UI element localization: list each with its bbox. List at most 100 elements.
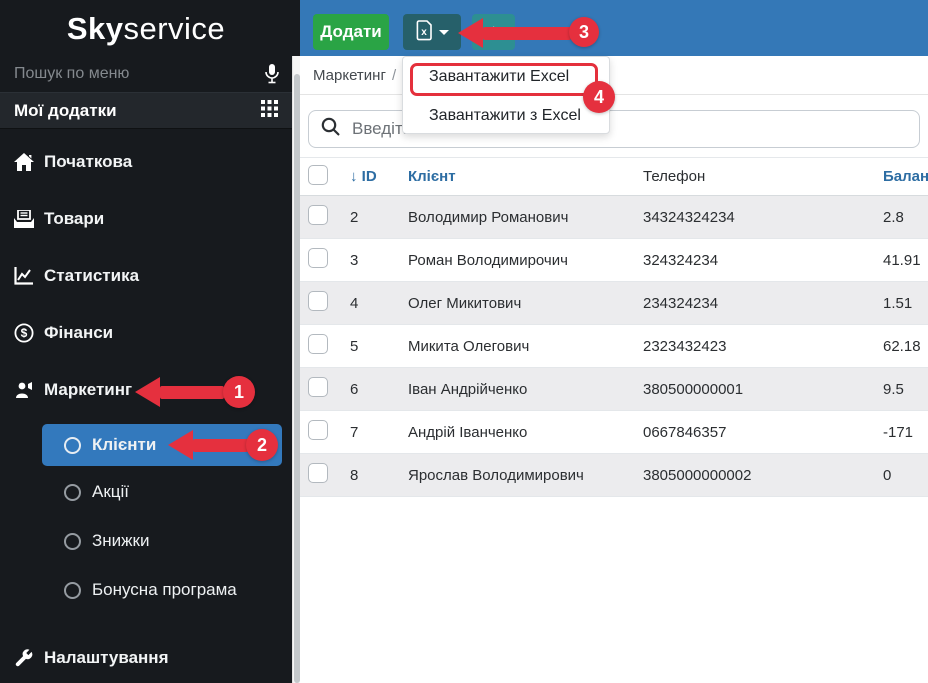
sidebar-item-label: Маркетинг [44,380,133,399]
subitem-label: Акції [92,482,130,501]
row-checkbox[interactable] [308,463,328,483]
excel-upload-button[interactable]: + [472,14,515,50]
subitem-label: Бонусна програма [92,580,237,599]
plus-icon: + [488,23,499,40]
cell-balance: 41.91 [883,251,921,269]
cell-phone: 3805000000002 [643,466,752,484]
apps-grid-icon [261,99,278,122]
sidebar-item-label: Фінанси [44,323,114,342]
table-search-section [300,95,928,158]
sidebar-item-label: Товари [44,209,105,228]
breadcrumb-separator: / [391,66,397,84]
sidebar-subitem-promotions[interactable]: Акції [42,470,282,514]
cell-client: Олег Микитович [408,294,522,312]
marketing-person-icon [12,379,36,401]
column-header-client[interactable]: Клієнт [400,168,635,185]
row-checkbox[interactable] [308,205,328,225]
radio-circle-icon [64,581,81,599]
row-checkbox[interactable] [308,334,328,354]
sidebar-item-label: Початкова [44,152,133,171]
table-row[interactable]: 7 Андрій Іванченко 0667846357 -171 [300,411,928,454]
cell-id: 6 [350,380,359,398]
cell-phone: 324324234 [643,251,719,269]
breadcrumb: Маркетинг / Клієнти [300,56,928,95]
sidebar-item-home[interactable]: Початкова [0,140,292,184]
cell-client: Іван Андрійченко [408,380,528,398]
column-header-balance[interactable]: Баланс [875,168,928,185]
cell-phone: 234324234 [643,294,719,312]
add-button[interactable]: Додати [313,14,389,50]
column-header-phone[interactable]: Телефон [635,168,875,185]
radio-circle-icon [64,532,81,550]
excel-dropdown-menu: Завантажити Excel Завантажити з Excel [402,56,610,134]
sidebar-item-statistics[interactable]: Статистика [0,254,292,298]
sidebar-item-settings[interactable]: Налаштування [0,636,292,680]
cell-id: 4 [350,294,359,312]
excel-dropdown-button[interactable]: x [403,14,461,50]
svg-text:x: x [421,27,427,38]
svg-text:$: $ [21,326,28,340]
subitem-label: Клієнти [92,435,157,454]
sidebar-item-label: Налаштування [44,648,169,667]
column-header-id[interactable]: ↓ ID [342,168,400,185]
sidebar: Skyservice Мої додатки Початкова [0,0,292,683]
cell-balance: 1.51 [883,294,913,312]
cell-balance: 0 [883,466,892,484]
cell-client: Ярослав Володимирович [408,466,584,484]
sidebar-item-products[interactable]: Товари [0,197,292,241]
sidebar-subitem-clients[interactable]: Клієнти [42,424,282,466]
sidebar-item-finance[interactable]: $ Фінанси [0,311,292,355]
row-checkbox[interactable] [308,377,328,397]
menu-search-input[interactable] [12,64,264,84]
cell-client: Микита Олегович [408,337,530,355]
cell-id: 7 [350,423,359,441]
cell-balance: -171 [883,423,914,441]
menu-item-download-excel[interactable]: Завантажити Excel [403,57,609,96]
sidebar-item-my-apps[interactable]: Мої додатки [0,92,292,129]
sidebar-subitem-bonus-program[interactable]: Бонусна програма [42,568,282,612]
breadcrumb-marketing[interactable]: Маркетинг [313,67,386,84]
table-row[interactable]: 5 Микита Олегович 2323432423 62.18 [300,325,928,368]
sidebar-item-label: Статистика [44,266,140,285]
sidebar-item-marketing[interactable]: Маркетинг [0,368,292,412]
row-checkbox[interactable] [308,420,328,440]
cell-id: 3 [350,251,359,269]
my-apps-label: Мої додатки [14,100,117,120]
excel-file-icon: x [416,20,433,44]
brand-bold: Sky [66,11,124,46]
products-icon [12,208,36,230]
subitem-label: Знижки [92,531,150,550]
menu-item-upload-from-excel[interactable]: Завантажити з Excel [403,96,609,135]
microphone-icon[interactable] [264,64,280,84]
sort-descending-icon: ↓ [350,168,358,185]
radio-circle-icon [64,436,81,454]
table-row[interactable]: 6 Іван Андрійченко 380500000001 9.5 [300,368,928,411]
row-checkbox[interactable] [308,291,328,311]
cell-balance: 62.18 [883,337,921,355]
cell-balance: 2.8 [883,208,904,226]
stats-chart-icon [12,265,36,287]
brand-light: service [123,11,226,46]
row-checkbox[interactable] [308,248,328,268]
table-row[interactable]: 3 Роман Володимирочич 324324234 41.91 [300,239,928,282]
chevron-down-icon [438,29,449,35]
app-window: Skyservice Мої додатки Початкова [0,0,928,683]
main-content: Додати x + Маркетинг / Клієнти [300,0,928,683]
cell-id: 8 [350,466,359,484]
table-row[interactable]: 4 Олег Микитович 234324234 1.51 [300,282,928,325]
table-row[interactable]: 8 Ярослав Володимирович 3805000000002 0 [300,454,928,497]
select-all-checkbox[interactable] [308,164,328,185]
sidebar-subitem-discounts[interactable]: Знижки [42,519,282,563]
table-row[interactable]: 2 Володимир Романович 34324324234 2.8 [300,196,928,239]
sidebar-scrollbar[interactable] [292,56,300,683]
sidebar-corner [292,0,300,56]
table-search-box [308,110,920,148]
cell-id: 2 [350,208,359,226]
home-icon [12,151,36,173]
cell-client: Андрій Іванченко [408,423,528,441]
sidebar-search [0,56,292,92]
radio-circle-icon [64,483,81,501]
topbar: Додати x + [300,0,928,56]
cell-phone: 380500000001 [643,380,744,398]
cell-balance: 9.5 [883,380,904,398]
